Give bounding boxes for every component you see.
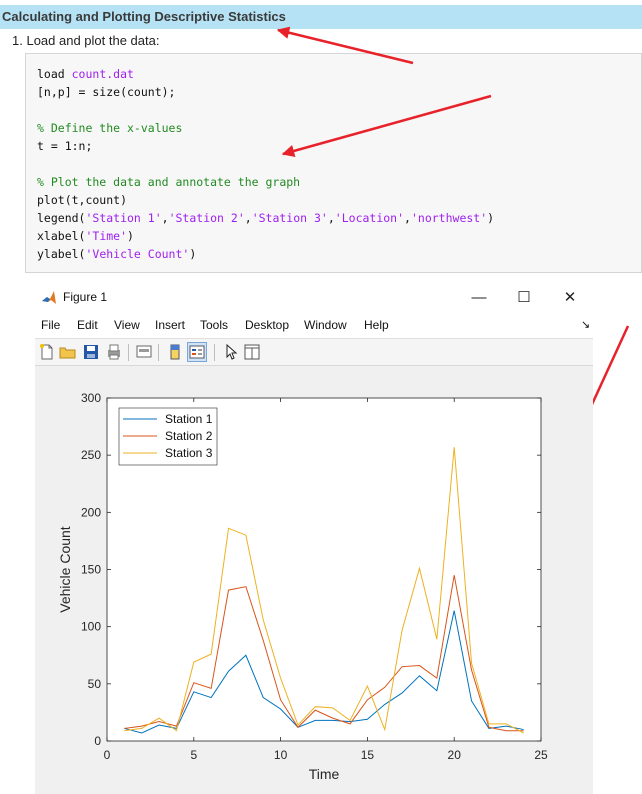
- menu-desktop[interactable]: Desktop: [245, 318, 289, 332]
- edit-plot-pointer-icon[interactable]: [222, 343, 240, 361]
- figure-window: Figure 1 — ☐ ✕ File Edit View Insert Too…: [35, 284, 593, 794]
- figure-titlebar[interactable]: Figure 1 — ☐ ✕: [35, 284, 593, 312]
- toolbar-separator: [214, 344, 215, 361]
- menu-window[interactable]: Window: [304, 318, 347, 332]
- x-tick-label: 10: [274, 748, 288, 762]
- close-button[interactable]: ✕: [553, 286, 587, 310]
- menu-tools[interactable]: Tools: [200, 318, 228, 332]
- menu-file[interactable]: File: [41, 318, 60, 332]
- legend-entry: Station 1: [165, 412, 213, 426]
- save-icon[interactable]: [82, 343, 100, 361]
- colorbar-icon[interactable]: [166, 343, 184, 361]
- y-axis-label: Vehicle Count: [57, 526, 73, 613]
- y-tick-label: 200: [81, 505, 101, 519]
- x-tick-label: 15: [361, 748, 375, 762]
- figure-menubar: File Edit View Insert Tools Desktop Wind…: [35, 312, 593, 338]
- menu-insert[interactable]: Insert: [155, 318, 185, 332]
- property-inspector-icon[interactable]: [243, 343, 261, 361]
- legend-icon[interactable]: [187, 342, 207, 362]
- x-axis-label: Time: [309, 766, 340, 782]
- y-tick-label: 50: [88, 677, 102, 691]
- toolbar-separator: [158, 344, 159, 361]
- legend-entry: Station 3: [165, 446, 213, 460]
- matlab-logo-icon: [42, 291, 56, 304]
- legend-entry: Station 2: [165, 429, 213, 443]
- toolbar-separator: [128, 344, 129, 361]
- new-figure-icon[interactable]: [38, 343, 56, 361]
- y-tick-label: 0: [94, 734, 101, 748]
- figure-title: Figure 1: [63, 290, 108, 304]
- dock-arrow-icon[interactable]: ↘: [581, 318, 590, 331]
- print-icon[interactable]: [105, 343, 123, 361]
- minimize-button[interactable]: —: [462, 286, 496, 310]
- menu-help[interactable]: Help: [364, 318, 389, 332]
- x-tick-label: 0: [104, 748, 111, 762]
- x-tick-label: 25: [534, 748, 548, 762]
- x-tick-label: 20: [448, 748, 462, 762]
- menu-edit[interactable]: Edit: [77, 318, 98, 332]
- x-tick-label: 5: [190, 748, 197, 762]
- y-tick-label: 100: [81, 620, 101, 634]
- arrow-to-code: [281, 94, 492, 157]
- print-preview-icon[interactable]: [135, 343, 153, 361]
- maximize-button[interactable]: ☐: [507, 286, 541, 310]
- arrow-to-title: [276, 26, 414, 65]
- y-tick-label: 300: [81, 391, 101, 405]
- y-tick-label: 150: [81, 563, 101, 577]
- figure-toolbar: [35, 338, 593, 366]
- plot-area: 0 5 10 15 20 25050100150200250300TimeVehicle …: [57, 391, 548, 782]
- y-tick-label: 250: [81, 448, 101, 462]
- open-file-icon[interactable]: [59, 343, 77, 361]
- menu-view[interactable]: View: [114, 318, 140, 332]
